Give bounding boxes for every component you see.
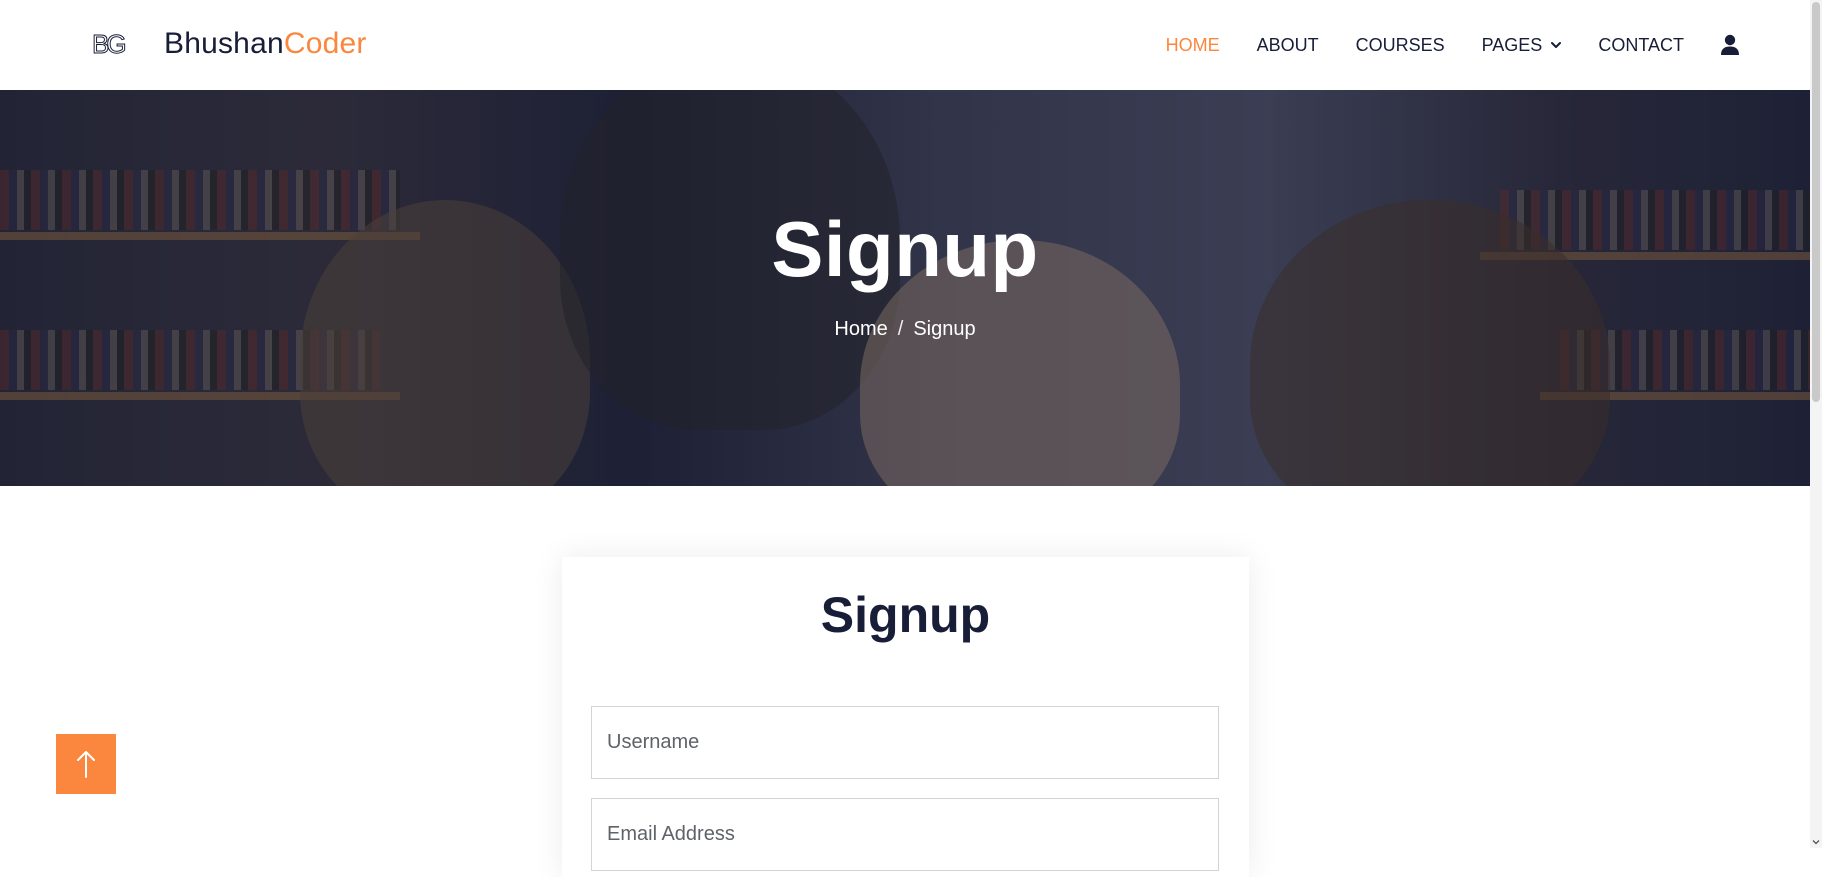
nav-item-contact[interactable]: CONTACT [1598, 35, 1684, 56]
breadcrumb-separator: / [897, 318, 904, 340]
nav-item-label: CONTACT [1598, 34, 1684, 55]
chevron-down-icon [1551, 42, 1562, 48]
email-input[interactable] [591, 798, 1219, 871]
breadcrumb-home-link[interactable]: Home [834, 318, 887, 340]
brand-name-primary: Bhushan [164, 27, 284, 60]
nav-item-label: HOME [1165, 34, 1220, 55]
nav-item-label: ABOUT [1256, 34, 1319, 55]
nav-item-label: COURSES [1355, 34, 1445, 55]
user-icon[interactable] [1720, 34, 1740, 56]
brand-link[interactable]: BG BhushanCoder [92, 24, 367, 64]
page-scrollbar[interactable] [1810, 0, 1822, 848]
back-to-top-button[interactable] [56, 734, 116, 794]
navbar: BG BhushanCoder HOME ABOUT COURSES PAGES… [0, 0, 1810, 90]
nav-item-pages[interactable]: PAGES [1482, 35, 1562, 56]
breadcrumb: Home / Signup [0, 318, 1810, 341]
scrollbar-thumb[interactable] [1812, 2, 1820, 402]
brand-logo-icon: BG [92, 30, 129, 58]
nav-item-courses[interactable]: COURSES [1356, 35, 1445, 56]
brand-name: BhushanCoder [164, 27, 367, 61]
username-input[interactable] [591, 706, 1219, 779]
arrow-up-icon [77, 751, 95, 778]
hero-title: Signup [771, 205, 1039, 293]
svg-text:BG: BG [92, 30, 125, 58]
signup-form-title: Signup [820, 587, 991, 643]
scroll-down-arrow-icon[interactable] [1812, 838, 1820, 846]
nav-item-about[interactable]: ABOUT [1257, 35, 1319, 56]
nav-item-label: PAGES [1481, 34, 1543, 55]
hero-banner: Signup Home / Signup [0, 90, 1810, 486]
signup-card: Signup [562, 557, 1249, 877]
main-nav: HOME ABOUT COURSES PAGES CONTACT [1129, 0, 1740, 90]
breadcrumb-current: Signup [913, 318, 976, 340]
brand-name-accent: Coder [283, 27, 367, 60]
nav-item-home[interactable]: HOME [1166, 35, 1220, 56]
